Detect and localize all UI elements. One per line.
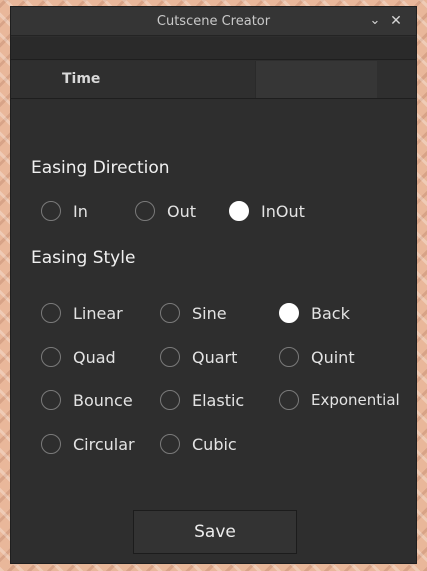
window-title: Cutscene Creator <box>156 14 271 29</box>
radio-style-elastic[interactable]: Elastic <box>160 390 244 410</box>
save-button[interactable]: Save <box>133 510 297 554</box>
radio-style-exponential[interactable]: Exponential <box>279 390 400 410</box>
radio-icon-selected <box>279 303 299 323</box>
easing-style-label: Easing Style <box>31 248 136 268</box>
radio-style-back[interactable]: Back <box>279 303 350 323</box>
radio-style-quint[interactable]: Quint <box>279 347 355 367</box>
title-bar[interactable]: Cutscene Creator ⌄ ✕ <box>11 7 416 36</box>
radio-icon <box>41 201 61 221</box>
radio-icon <box>160 347 180 367</box>
radio-icon <box>41 390 61 410</box>
easing-direction-label: Easing Direction <box>31 158 170 178</box>
radio-icon <box>160 303 180 323</box>
radio-style-sine[interactable]: Sine <box>160 303 227 323</box>
radio-icon <box>41 303 61 323</box>
radio-direction-inout[interactable]: InOut <box>229 201 305 221</box>
time-label: Time <box>62 71 101 87</box>
radio-icon <box>279 390 299 410</box>
radio-style-cubic[interactable]: Cubic <box>160 434 237 454</box>
radio-icon <box>135 201 155 221</box>
radio-style-bounce[interactable]: Bounce <box>41 390 133 410</box>
time-input[interactable] <box>255 61 377 98</box>
radio-direction-out[interactable]: Out <box>135 201 196 221</box>
time-row: Time <box>11 61 416 99</box>
radio-direction-in[interactable]: In <box>41 201 88 221</box>
radio-style-circular[interactable]: Circular <box>41 434 135 454</box>
radio-icon <box>160 390 180 410</box>
cutscene-creator-window: Cutscene Creator ⌄ ✕ Time Easing Directi… <box>10 6 417 564</box>
radio-icon-selected <box>229 201 249 221</box>
radio-icon <box>160 434 180 454</box>
radio-style-linear[interactable]: Linear <box>41 303 123 323</box>
chevron-down-icon[interactable]: ⌄ <box>367 12 383 30</box>
radio-style-quad[interactable]: Quad <box>41 347 116 367</box>
radio-icon <box>41 347 61 367</box>
radio-icon <box>41 434 61 454</box>
radio-icon <box>279 347 299 367</box>
close-icon[interactable]: ✕ <box>388 12 404 30</box>
radio-style-quart[interactable]: Quart <box>160 347 237 367</box>
toolbar-strip <box>11 37 416 60</box>
